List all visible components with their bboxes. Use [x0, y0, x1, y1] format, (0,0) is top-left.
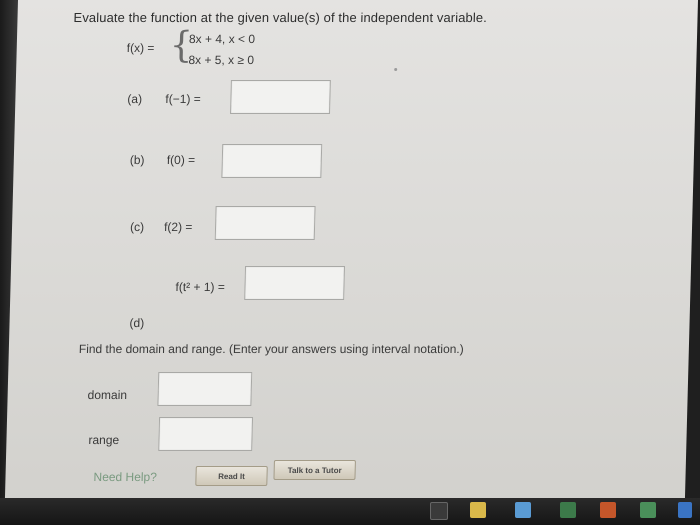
question-title: Evaluate the function at the given value…	[73, 10, 488, 25]
need-help-label: Need Help?	[93, 470, 158, 484]
powerpoint-icon[interactable]	[600, 502, 616, 518]
part-b-expr: f(0) =	[166, 153, 196, 167]
taskbar	[0, 498, 700, 525]
screen-speck	[394, 68, 398, 71]
part-b-label: (b)	[129, 153, 145, 167]
part-c-answer-input[interactable]	[214, 206, 316, 240]
function-name: f(x) =	[126, 41, 155, 55]
question-panel: Evaluate the function at the given value…	[4, 0, 698, 508]
part-d-expr: f(t² + 1) =	[175, 280, 226, 294]
word-icon[interactable]	[678, 502, 692, 518]
part-a-label: (a)	[127, 92, 143, 106]
domain-input[interactable]	[157, 372, 253, 406]
part-c-expr: f(2) =	[163, 220, 193, 234]
domain-range-instruction: Find the domain and range. (Enter your a…	[78, 342, 464, 356]
domain-label: domain	[87, 388, 128, 402]
part-d-label: (d)	[129, 316, 145, 330]
part-d-answer-input[interactable]	[244, 266, 346, 300]
excel-icon[interactable]	[560, 502, 576, 518]
folder-icon[interactable]	[470, 502, 486, 518]
part-a-expr: f(−1) =	[165, 92, 201, 106]
part-b-answer-input[interactable]	[221, 144, 323, 178]
part-a-answer-input[interactable]	[230, 80, 331, 114]
part-c-label: (c)	[129, 220, 145, 234]
store-icon[interactable]	[515, 502, 531, 518]
taskview-icon[interactable]	[430, 502, 448, 520]
range-label: range	[88, 433, 120, 447]
read-it-button[interactable]: Read It	[195, 466, 268, 486]
talk-to-tutor-button[interactable]: Talk to a Tutor	[273, 460, 356, 480]
app-icon[interactable]	[640, 502, 656, 518]
case-2: 8x + 5, x ≥ 0	[188, 53, 255, 67]
range-input[interactable]	[158, 417, 254, 451]
case-1: 8x + 4, x < 0	[188, 32, 256, 46]
